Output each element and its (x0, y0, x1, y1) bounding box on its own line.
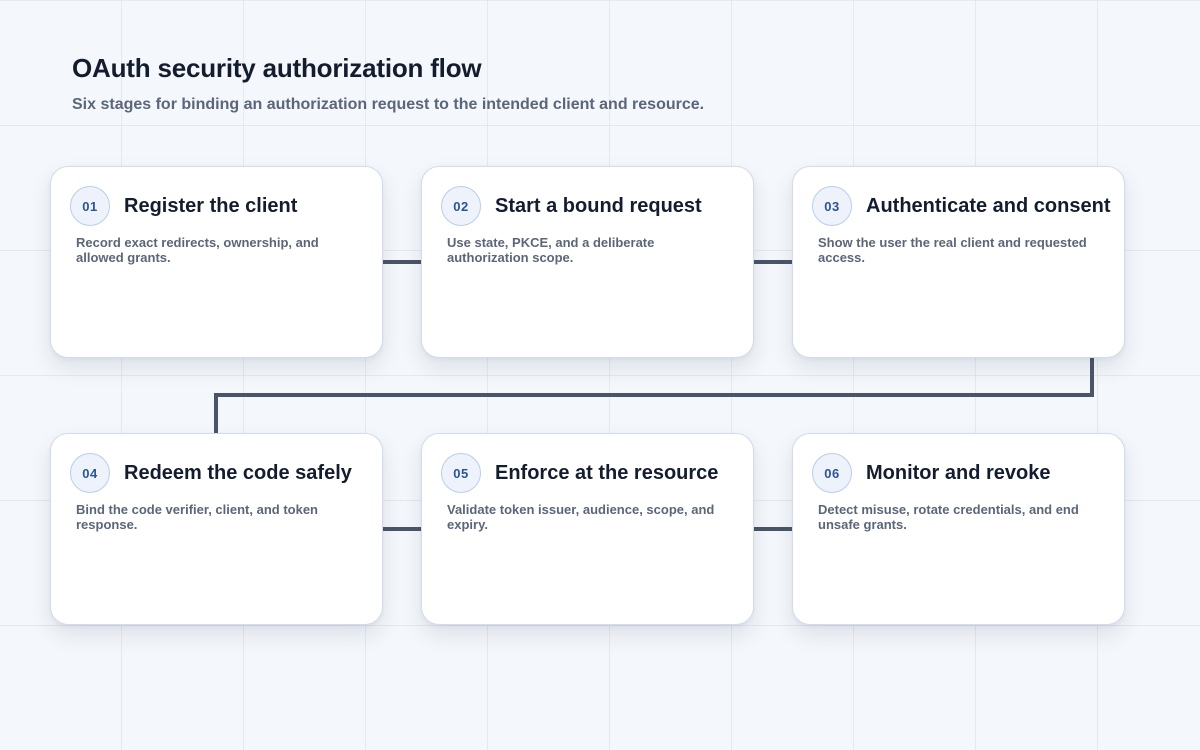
step-card-bound-request: 02 Start a bound request Use state, PKCE… (421, 166, 754, 358)
step-number-badge: 03 (812, 186, 852, 226)
step-number-badge: 02 (441, 186, 481, 226)
step-title: Monitor and revoke (866, 462, 1051, 484)
step-title: Redeem the code safely (124, 462, 352, 484)
step-description: Detect misuse, rotate credentials, and e… (818, 502, 1079, 532)
step-title: Register the client (124, 195, 298, 217)
step-title: Enforce at the resource (495, 462, 719, 484)
step-card-register: 01 Register the client Record exact redi… (50, 166, 383, 358)
step-title: Start a bound request (495, 195, 702, 217)
step-number-badge: 01 (70, 186, 110, 226)
step-card-enforce: 05 Enforce at the resource Validate toke… (421, 433, 754, 625)
step-description: Validate token issuer, audience, scope, … (447, 502, 715, 532)
flow-connectors (214, 260, 1094, 531)
step-number-badge: 05 (441, 453, 481, 493)
step-card-authenticate: 03 Authenticate and consent Show the use… (792, 166, 1125, 358)
step-description: Bind the code verifier, client, and toke… (76, 502, 318, 532)
step-number-badge: 06 (812, 453, 852, 493)
step-number-badge: 04 (70, 453, 110, 493)
step-title: Authenticate and consent (866, 195, 1111, 217)
step-card-monitor: 06 Monitor and revoke Detect misuse, rot… (792, 433, 1125, 625)
step-description: Show the user the real client and reques… (818, 235, 1087, 265)
step-description: Use state, PKCE, and a deliberate author… (447, 235, 655, 265)
step-description: Record exact redirects, ownership, and a… (76, 235, 319, 265)
connector-03-04 (214, 357, 1094, 434)
step-card-redeem: 04 Redeem the code safely Bind the code … (50, 433, 383, 625)
